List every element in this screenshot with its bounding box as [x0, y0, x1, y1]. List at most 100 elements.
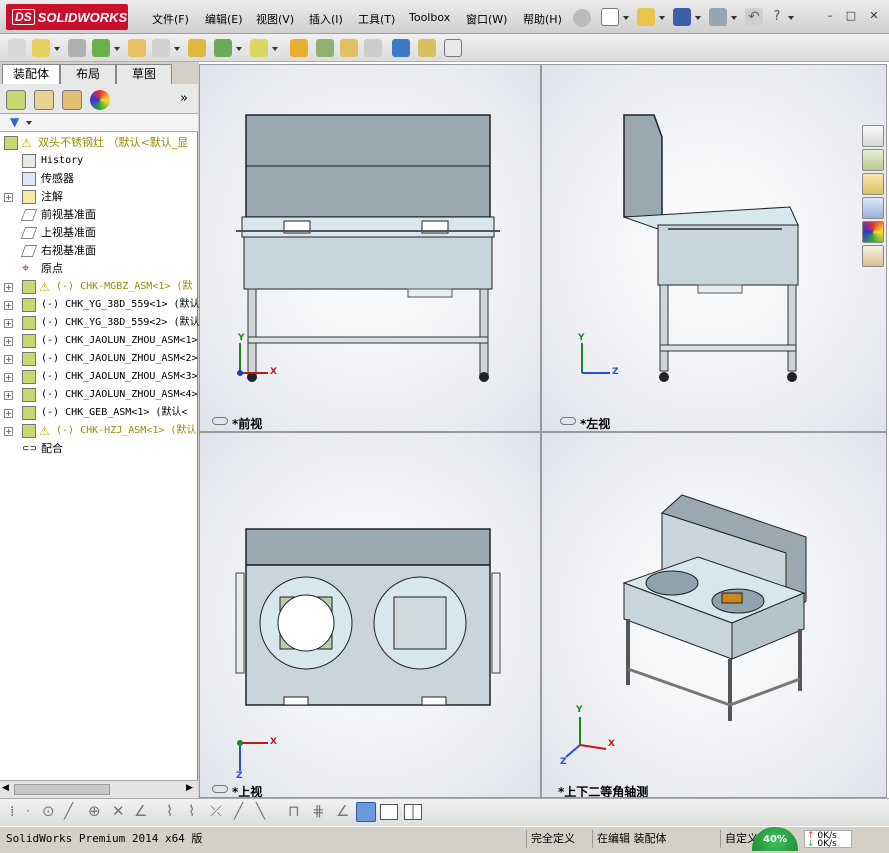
tangent-line-icon[interactable]: ∠ [134, 802, 147, 820]
design-library-icon[interactable] [862, 149, 884, 171]
insert-component-icon[interactable] [32, 39, 50, 57]
chevron-down-icon[interactable] [788, 16, 794, 20]
horizontal-scrollbar[interactable]: ◀ ▶ [0, 780, 198, 798]
tree-node-plane[interactable]: 右视基准面 [0, 242, 198, 260]
expand-toggle-icon[interactable]: + [4, 301, 13, 310]
tab-assembly[interactable]: 装配体 [2, 64, 60, 85]
restore-button[interactable]: □ [843, 9, 859, 23]
tree-node-root[interactable]: ⚠ 双头不锈钢灶 （默认<默认_显 [0, 134, 198, 152]
exploded-view-icon[interactable] [340, 39, 358, 57]
minimize-button[interactable]: – [822, 9, 838, 23]
chevron-down-icon[interactable] [659, 16, 665, 20]
tab-sketch[interactable]: 草图 [116, 64, 172, 84]
move-component-icon[interactable] [152, 39, 170, 57]
link-views-icon[interactable] [212, 785, 228, 793]
tree-node-origin[interactable]: ⌖ 原点 [0, 260, 198, 278]
tree-node-mates[interactable]: ⊂⊃ 配合 [0, 440, 198, 458]
tree-node-annotation[interactable]: + 注解 [0, 188, 198, 206]
mirror-icon[interactable]: ╱ [234, 802, 243, 820]
tree-node-sensor[interactable]: 传感器 [0, 170, 198, 188]
expand-toggle-icon[interactable]: + [4, 319, 13, 328]
viewport-top[interactable]: X Z *上视 [199, 432, 541, 798]
chevron-down-icon[interactable] [623, 16, 629, 20]
tree-node-plane[interactable]: 前视基准面 [0, 206, 198, 224]
3d-sketch-icon[interactable] [356, 802, 376, 822]
appearances-icon[interactable] [862, 221, 884, 243]
single-view-icon[interactable] [380, 804, 398, 820]
solidworks-logo[interactable]: DS SOLIDWORKS [6, 4, 128, 30]
chevron-down-icon[interactable] [114, 47, 120, 51]
tree-node-asm[interactable]: + (-) CHK_JAOLUN_ZHOU_ASM<1> [0, 332, 198, 350]
interference-detection-icon[interactable] [418, 39, 436, 57]
tree-node-asm[interactable]: + ⚠ (-) CHK-MGBZ_ASM<1> (默 [0, 278, 198, 296]
offset-icon[interactable]: ⤫ [210, 802, 222, 820]
grid-icon[interactable]: ⋕ [312, 802, 325, 820]
file-explorer-icon[interactable] [862, 173, 884, 195]
scroll-right-icon[interactable]: ▶ [186, 783, 193, 793]
tree-filter-bar[interactable]: ▼ [0, 114, 198, 132]
chevron-down-icon[interactable] [272, 47, 278, 51]
circle-icon[interactable]: ⊙ [42, 802, 55, 820]
extend-icon[interactable]: ⌇ [188, 802, 195, 820]
expand-toggle-icon[interactable]: + [4, 427, 13, 436]
display-manager-icon[interactable] [90, 90, 110, 110]
chevron-down-icon[interactable] [26, 121, 32, 125]
filter-icon[interactable]: ▼ [10, 115, 19, 129]
new-motion-study-icon[interactable] [290, 39, 308, 57]
menu-edit[interactable]: 编辑(E) [205, 11, 243, 27]
save-icon[interactable] [673, 8, 691, 26]
menu-view[interactable]: 视图(V) [256, 11, 294, 27]
menu-window[interactable]: 窗口(W) [466, 11, 507, 27]
chevron-down-icon[interactable] [54, 47, 60, 51]
graphics-area[interactable]: ⊕ ⊕ ◎ ◫ ◫ ⧉ ✕ [199, 62, 889, 798]
chevron-down-icon[interactable] [174, 47, 180, 51]
expand-toggle-icon[interactable]: + [4, 283, 13, 292]
print-icon[interactable] [709, 8, 727, 26]
bill-of-materials-icon[interactable] [316, 39, 334, 57]
explode-line-icon[interactable] [364, 39, 382, 57]
line-icon[interactable]: ╱ [64, 802, 73, 820]
chevron-down-icon[interactable] [236, 47, 242, 51]
show-hidden-icon[interactable] [188, 39, 206, 57]
tree-node-asm[interactable]: + (-) CHK_YG_38D_559<1> (默认 [0, 296, 199, 314]
mate-icon[interactable] [68, 39, 86, 57]
tree-node-asm[interactable]: + (-) CHK_JAOLUN_ZHOU_ASM<3> [0, 368, 198, 386]
tab-layout[interactable]: 布局 [60, 64, 116, 84]
link-views-icon[interactable] [560, 417, 576, 425]
custom-properties-icon[interactable] [862, 245, 884, 267]
menu-file[interactable]: 文件(F) [152, 11, 189, 27]
expand-more-icon[interactable]: » [180, 91, 188, 106]
expand-toggle-icon[interactable]: + [4, 337, 13, 346]
tree-node-asm[interactable]: + (-) CHK_GEB_ASM<1> (默认< [0, 404, 198, 422]
point-icon[interactable]: · [26, 804, 30, 818]
pushpin-icon[interactable] [573, 9, 591, 27]
assembly-features-icon[interactable] [214, 39, 232, 57]
chevron-down-icon[interactable] [731, 16, 737, 20]
tree-node-asm[interactable]: + ⚠ (-) CHK-HZJ_ASM<1> (默认 [0, 422, 198, 440]
reference-geometry-icon[interactable] [250, 39, 268, 57]
scroll-left-icon[interactable]: ◀ [2, 783, 9, 793]
menu-insert[interactable]: 插入(I) [309, 11, 343, 27]
tree-node-history[interactable]: History [0, 152, 198, 170]
expand-toggle-icon[interactable]: + [4, 355, 13, 364]
convert-entities-icon[interactable]: ╲ [256, 802, 265, 820]
link-views-icon[interactable] [212, 417, 228, 425]
four-view-icon[interactable] [404, 804, 422, 820]
smart-fasteners-icon[interactable] [128, 39, 146, 57]
polygon-icon[interactable]: ⊕ [88, 802, 101, 820]
menu-help[interactable]: 帮助(H) [523, 11, 562, 27]
intersection-icon[interactable]: ✕ [112, 802, 125, 820]
assembly-icon[interactable] [8, 39, 26, 57]
menu-tools[interactable]: 工具(T) [358, 11, 395, 27]
viewport-left[interactable]: Y Z *左视 [541, 64, 887, 432]
scrollbar-thumb[interactable] [14, 784, 110, 795]
tree-node-plane[interactable]: 上视基准面 [0, 224, 198, 242]
chevron-down-icon[interactable] [695, 16, 701, 20]
feature-manager-icon[interactable] [6, 90, 26, 110]
trim-icon[interactable]: ⌇ [166, 802, 173, 820]
open-folder-icon[interactable] [637, 8, 655, 26]
expand-toggle-icon[interactable]: + [4, 373, 13, 382]
instant3d-icon[interactable] [392, 39, 410, 57]
new-document-icon[interactable] [601, 8, 619, 26]
home-icon[interactable] [862, 125, 884, 147]
